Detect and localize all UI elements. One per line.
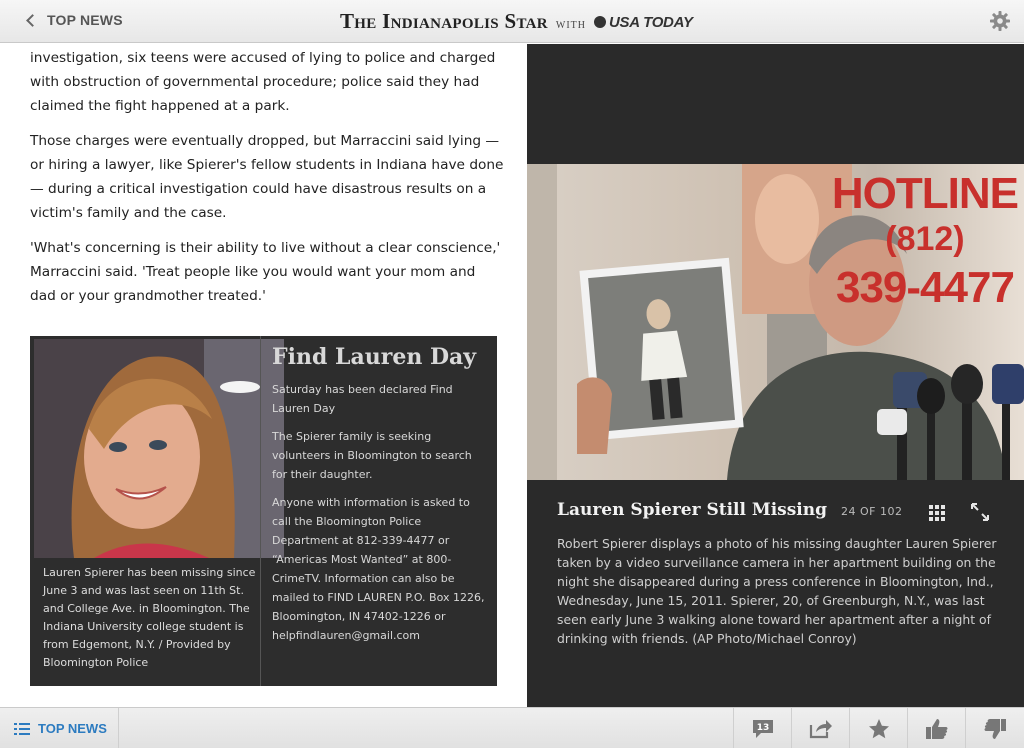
sign-line: HOTLINE [831,169,1019,218]
top-news-menu-button[interactable]: TOP NEWS [0,708,119,748]
hotline-sign: HOTLINE (812) 339-4477 [831,169,1019,312]
share-icon [809,719,832,738]
like-button[interactable] [907,708,965,748]
comment-bubble-icon: 13 [752,719,773,738]
find-lauren-infobox: Lauren Spierer has been missing since Ju… [30,336,497,686]
dislike-button[interactable] [965,708,1023,748]
portrait-caption: Lauren Spierer has been missing since Ju… [43,566,256,669]
infobox-paragraph: The Spierer family is seeking volunteers… [272,430,472,481]
back-to-top-news-button[interactable]: TOP NEWS [26,12,123,28]
gear-icon[interactable] [990,11,1010,31]
gallery-photo[interactable]: HOTLINE (812) 339-4477 [527,164,1024,480]
sign-line: (812) [885,220,965,258]
gallery-caption-text: Robert Spierer displays a photo of his m… [557,536,997,646]
bottom-toolbar: TOP NEWS 13 [0,707,1024,748]
infobox-paragraph: Saturday has been declared Find Lauren D… [272,383,453,415]
comments-button[interactable]: 13 [733,708,791,748]
gallery-title: Lauren Spierer Still Missing [557,500,828,520]
article-body: investigation, six teens were accused of… [30,46,505,319]
gallery-counter: 24 OF 102 [841,505,903,518]
usa-today-dot-icon [594,16,607,28]
list-icon [14,722,30,735]
comment-count: 13 [756,723,769,733]
held-photo [577,257,744,454]
thumbs-down-icon [984,718,1006,739]
photo-gallery-panel: HOTLINE (812) 339-4477 Lauren Spierer St… [527,44,1024,707]
infobox-sidebar: Find Lauren Day Saturday has been declar… [272,344,487,654]
article-paragraph: 'What's concerning is their ability to l… [30,240,501,304]
with-label: WITH [555,20,587,31]
gallery-caption: Lauren Spierer Still Missing 24 OF 102 R… [557,500,997,648]
infobox-divider [260,336,261,686]
back-label: TOP NEWS [47,12,123,28]
fullscreen-expand-icon[interactable] [970,502,990,522]
top-bar: TOP NEWS The Indianapolis Star WITH USA … [0,0,1024,43]
chevron-left-icon [26,13,39,27]
infobox-title: Find Lauren Day [272,344,477,370]
microphones [877,364,1024,480]
article-paragraph: Those charges were eventually dropped, b… [30,133,504,221]
partner-logo: USA TODAY [594,14,693,31]
favorite-button[interactable] [849,708,907,748]
partner-name: USA TODAY [609,13,693,31]
sign-line: 339-4477 [835,263,1015,312]
article-paragraph: investigation, six teens were accused of… [30,50,496,114]
portrait-illustration [34,339,284,558]
star-icon [868,718,889,738]
share-button[interactable] [791,708,849,748]
thumbs-up-icon [925,718,947,739]
infobox-paragraph: Anyone with information is asked to call… [272,496,485,642]
masthead: The Indianapolis Star WITH USA TODAY [340,9,693,34]
paper-name: The Indianapolis Star [340,9,548,33]
top-news-label: TOP NEWS [38,721,107,736]
grid-view-icon[interactable] [929,505,945,521]
lauren-portrait-photo [34,339,284,558]
